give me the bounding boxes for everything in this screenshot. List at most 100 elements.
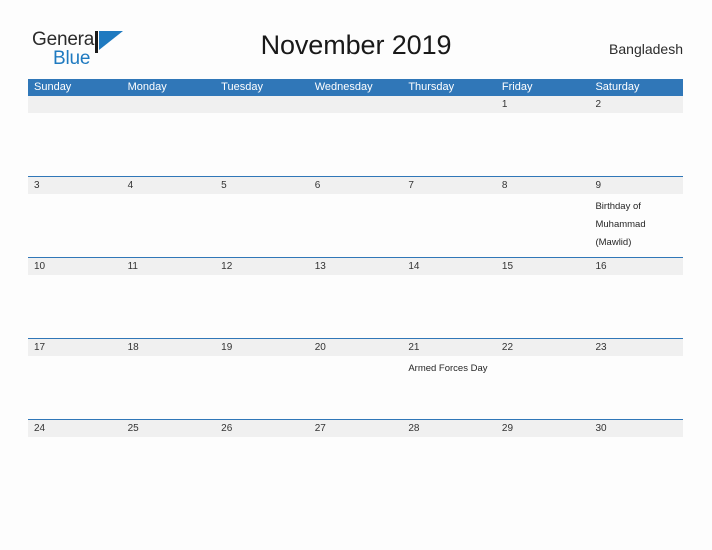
week-date-band: 1 2 <box>28 96 683 113</box>
weekday-header-saturday: Saturday <box>595 81 640 93</box>
day-number[interactable]: 14 <box>402 258 496 275</box>
weekday-header-sunday: Sunday <box>34 81 72 93</box>
weekday-header-tuesday: Tuesday <box>221 81 263 93</box>
day-cell[interactable] <box>309 113 403 176</box>
day-number[interactable]: 5 <box>215 177 309 194</box>
day-number[interactable]: 3 <box>28 177 122 194</box>
week-row: 1 2 <box>28 96 683 176</box>
day-cell[interactable] <box>589 437 683 500</box>
day-number[interactable]: 27 <box>309 420 403 437</box>
day-number[interactable]: 26 <box>215 420 309 437</box>
day-cell[interactable] <box>309 194 403 257</box>
day-number[interactable]: 7 <box>402 177 496 194</box>
day-number[interactable]: 24 <box>28 420 122 437</box>
day-cell[interactable] <box>589 113 683 176</box>
day-cell[interactable] <box>122 275 216 338</box>
day-number[interactable]: 8 <box>496 177 590 194</box>
day-number[interactable] <box>309 96 403 113</box>
day-number[interactable]: 11 <box>122 258 216 275</box>
day-number[interactable] <box>215 96 309 113</box>
day-number[interactable]: 1 <box>496 96 590 113</box>
day-cell[interactable]: Armed Forces Day <box>402 356 496 419</box>
week-date-band: 17 18 19 20 21 22 23 <box>28 339 683 356</box>
day-cell[interactable] <box>402 437 496 500</box>
day-cell[interactable] <box>496 356 590 419</box>
week-event-band: Armed Forces Day <box>28 356 683 419</box>
day-cell[interactable] <box>589 356 683 419</box>
day-number[interactable]: 29 <box>496 420 590 437</box>
day-cell[interactable] <box>402 113 496 176</box>
week-event-band <box>28 437 683 500</box>
day-number[interactable]: 28 <box>402 420 496 437</box>
page-title: November 2019 <box>260 30 452 60</box>
day-cell[interactable] <box>309 275 403 338</box>
day-number[interactable] <box>122 96 216 113</box>
day-cell[interactable] <box>28 356 122 419</box>
country-label: Bangladesh <box>609 41 683 57</box>
day-number[interactable]: 16 <box>589 258 683 275</box>
day-number[interactable]: 21 <box>402 339 496 356</box>
day-cell[interactable] <box>122 113 216 176</box>
event-label: Birthday of Muhammad (Mawlid) <box>595 201 646 248</box>
week-row: 24 25 26 27 28 29 30 <box>28 419 683 500</box>
day-cell[interactable] <box>496 275 590 338</box>
day-cell[interactable] <box>309 356 403 419</box>
day-number[interactable]: 23 <box>589 339 683 356</box>
day-number[interactable] <box>402 96 496 113</box>
week-event-band: Birthday of Muhammad (Mawlid) <box>28 194 683 257</box>
day-number[interactable]: 6 <box>309 177 403 194</box>
weekday-header-thursday: Thursday <box>408 81 455 93</box>
day-number[interactable]: 15 <box>496 258 590 275</box>
day-number[interactable]: 20 <box>309 339 403 356</box>
day-number[interactable]: 18 <box>122 339 216 356</box>
weekday-header-monday: Monday <box>127 81 167 93</box>
weekday-header-row: Sunday Monday Tuesday Wednesday Thursday… <box>28 79 683 96</box>
week-event-band <box>28 113 683 176</box>
day-number[interactable]: 30 <box>589 420 683 437</box>
day-cell[interactable] <box>496 437 590 500</box>
weekday-header-friday: Friday <box>501 81 533 93</box>
day-cell[interactable]: Birthday of Muhammad (Mawlid) <box>589 194 683 257</box>
day-cell[interactable] <box>496 113 590 176</box>
day-cell[interactable] <box>215 356 309 419</box>
day-cell[interactable] <box>28 437 122 500</box>
week-date-band: 3 4 5 6 7 8 9 <box>28 177 683 194</box>
week-row: 10 11 12 13 14 15 16 <box>28 257 683 338</box>
day-cell[interactable] <box>215 275 309 338</box>
week-date-band: 10 11 12 13 14 15 16 <box>28 258 683 275</box>
day-cell[interactable] <box>589 275 683 338</box>
week-date-band: 24 25 26 27 28 29 30 <box>28 420 683 437</box>
week-row: 3 4 5 6 7 8 9 Birthday of Muhammad (Mawl… <box>28 176 683 257</box>
day-cell[interactable] <box>122 437 216 500</box>
day-number[interactable]: 17 <box>28 339 122 356</box>
day-cell[interactable] <box>309 437 403 500</box>
day-number[interactable]: 2 <box>589 96 683 113</box>
day-cell[interactable] <box>496 194 590 257</box>
day-cell[interactable] <box>122 194 216 257</box>
day-cell[interactable] <box>28 194 122 257</box>
day-cell[interactable] <box>402 275 496 338</box>
day-number[interactable]: 19 <box>215 339 309 356</box>
calendar-grid: Sunday Monday Tuesday Wednesday Thursday… <box>28 79 683 500</box>
day-cell[interactable] <box>122 356 216 419</box>
day-cell[interactable] <box>402 194 496 257</box>
week-row: 17 18 19 20 21 22 23 Armed Forces Day <box>28 338 683 419</box>
day-number[interactable]: 13 <box>309 258 403 275</box>
calendar-page: General Blue November 2019 Bangladesh Su… <box>0 0 712 550</box>
day-number[interactable]: 25 <box>122 420 216 437</box>
page-header: General Blue November 2019 Bangladesh <box>0 0 712 78</box>
day-number[interactable]: 22 <box>496 339 590 356</box>
day-cell[interactable] <box>28 113 122 176</box>
week-event-band <box>28 275 683 338</box>
day-number[interactable]: 10 <box>28 258 122 275</box>
day-cell[interactable] <box>28 275 122 338</box>
day-number[interactable]: 12 <box>215 258 309 275</box>
day-cell[interactable] <box>215 437 309 500</box>
day-cell[interactable] <box>215 194 309 257</box>
weekday-header-wednesday: Wednesday <box>314 81 373 93</box>
day-number[interactable] <box>28 96 122 113</box>
day-number[interactable]: 9 <box>589 177 683 194</box>
day-cell[interactable] <box>215 113 309 176</box>
event-label: Armed Forces Day <box>408 363 488 374</box>
day-number[interactable]: 4 <box>122 177 216 194</box>
